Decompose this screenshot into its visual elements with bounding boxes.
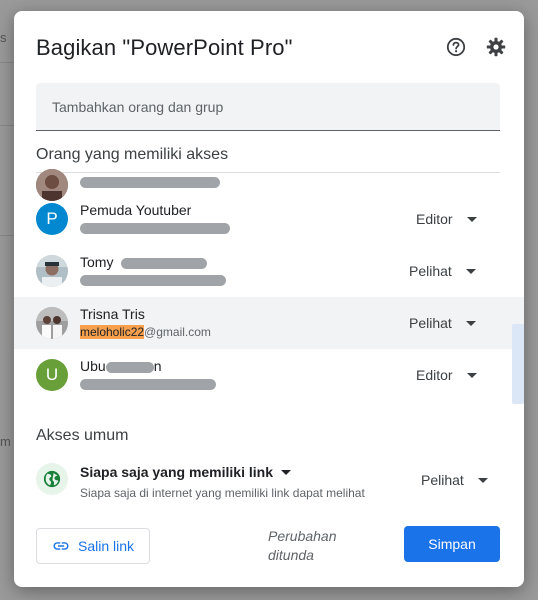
background-divider — [0, 125, 14, 126]
share-dialog: Bagikan "PowerPoint Pro" Orang — [14, 11, 524, 587]
role-dropdown[interactable]: Editor — [416, 207, 477, 231]
save-button[interactable]: Simpan — [404, 526, 500, 562]
general-access-dropdown[interactable]: Siapa saja yang memiliki link — [80, 464, 291, 480]
chevron-down-icon — [477, 477, 488, 483]
general-access-role-dropdown[interactable]: Pelihat — [421, 468, 488, 492]
background-text: s — [0, 30, 7, 45]
background-text: m — [0, 434, 11, 449]
gear-icon[interactable] — [484, 35, 508, 59]
general-access-description: Siapa saja di internet yang memiliki lin… — [80, 486, 365, 500]
globe-icon — [36, 463, 68, 495]
role-label: Editor — [416, 211, 453, 227]
avatar-letter: U — [45, 365, 59, 384]
avatar-letter: P — [46, 209, 58, 228]
person-email: meloholic22@gmail.com — [80, 325, 211, 339]
person-email-redacted — [80, 221, 230, 235]
avatar — [36, 255, 68, 287]
person-email-redacted — [80, 175, 220, 189]
person-name: Tomy — [80, 254, 208, 270]
add-people-field[interactable] — [36, 83, 500, 131]
person-row[interactable]: Trisna Tris meloholic22@gmail.com Peliha… — [14, 297, 524, 349]
help-icon[interactable] — [444, 35, 468, 59]
link-icon — [53, 542, 69, 550]
role-dropdown[interactable]: Editor — [416, 363, 477, 387]
person-row[interactable]: P Pemuda Youtuber Editor — [14, 193, 524, 245]
email-highlight: meloholic22 — [80, 325, 145, 339]
email-domain: @gmail.com — [144, 325, 211, 339]
person-email-redacted — [80, 377, 216, 391]
chevron-down-icon — [280, 469, 291, 475]
person-email-redacted — [80, 273, 226, 287]
general-access-option: Siapa saja yang memiliki link — [80, 464, 273, 480]
chevron-down-icon — [466, 216, 477, 222]
background-divider — [0, 235, 14, 236]
person-name: Trisna Tris — [80, 306, 145, 322]
list-scrollbar[interactable] — [512, 324, 524, 404]
copy-link-button[interactable]: Salin link — [36, 528, 150, 564]
chevron-down-icon — [465, 268, 476, 274]
add-people-input[interactable] — [36, 83, 500, 130]
copy-link-label: Salin link — [77, 538, 135, 554]
person-row[interactable]: U Ubu n Editor — [14, 349, 524, 401]
role-label: Pelihat — [409, 315, 452, 331]
general-access-title: Akses umum — [36, 427, 129, 444]
person-name: Pemuda Youtuber — [80, 202, 192, 218]
avatar: U — [36, 359, 68, 391]
chevron-down-icon — [466, 372, 477, 378]
background-divider — [0, 62, 14, 63]
avatar: P — [36, 203, 68, 235]
pending-changes-text: Perubahan ditunda — [268, 528, 337, 563]
role-label: Editor — [416, 367, 453, 383]
dialog-title: Bagikan "PowerPoint Pro" — [36, 35, 293, 60]
chevron-down-icon — [465, 320, 476, 326]
role-label: Pelihat — [409, 263, 452, 279]
role-label: Pelihat — [421, 472, 464, 488]
role-dropdown[interactable]: Pelihat — [409, 259, 476, 283]
avatar — [36, 307, 68, 339]
person-row[interactable]: Tomy Pelihat — [14, 245, 524, 297]
role-dropdown[interactable]: Pelihat — [409, 311, 476, 335]
person-name: Ubu n — [80, 358, 162, 374]
